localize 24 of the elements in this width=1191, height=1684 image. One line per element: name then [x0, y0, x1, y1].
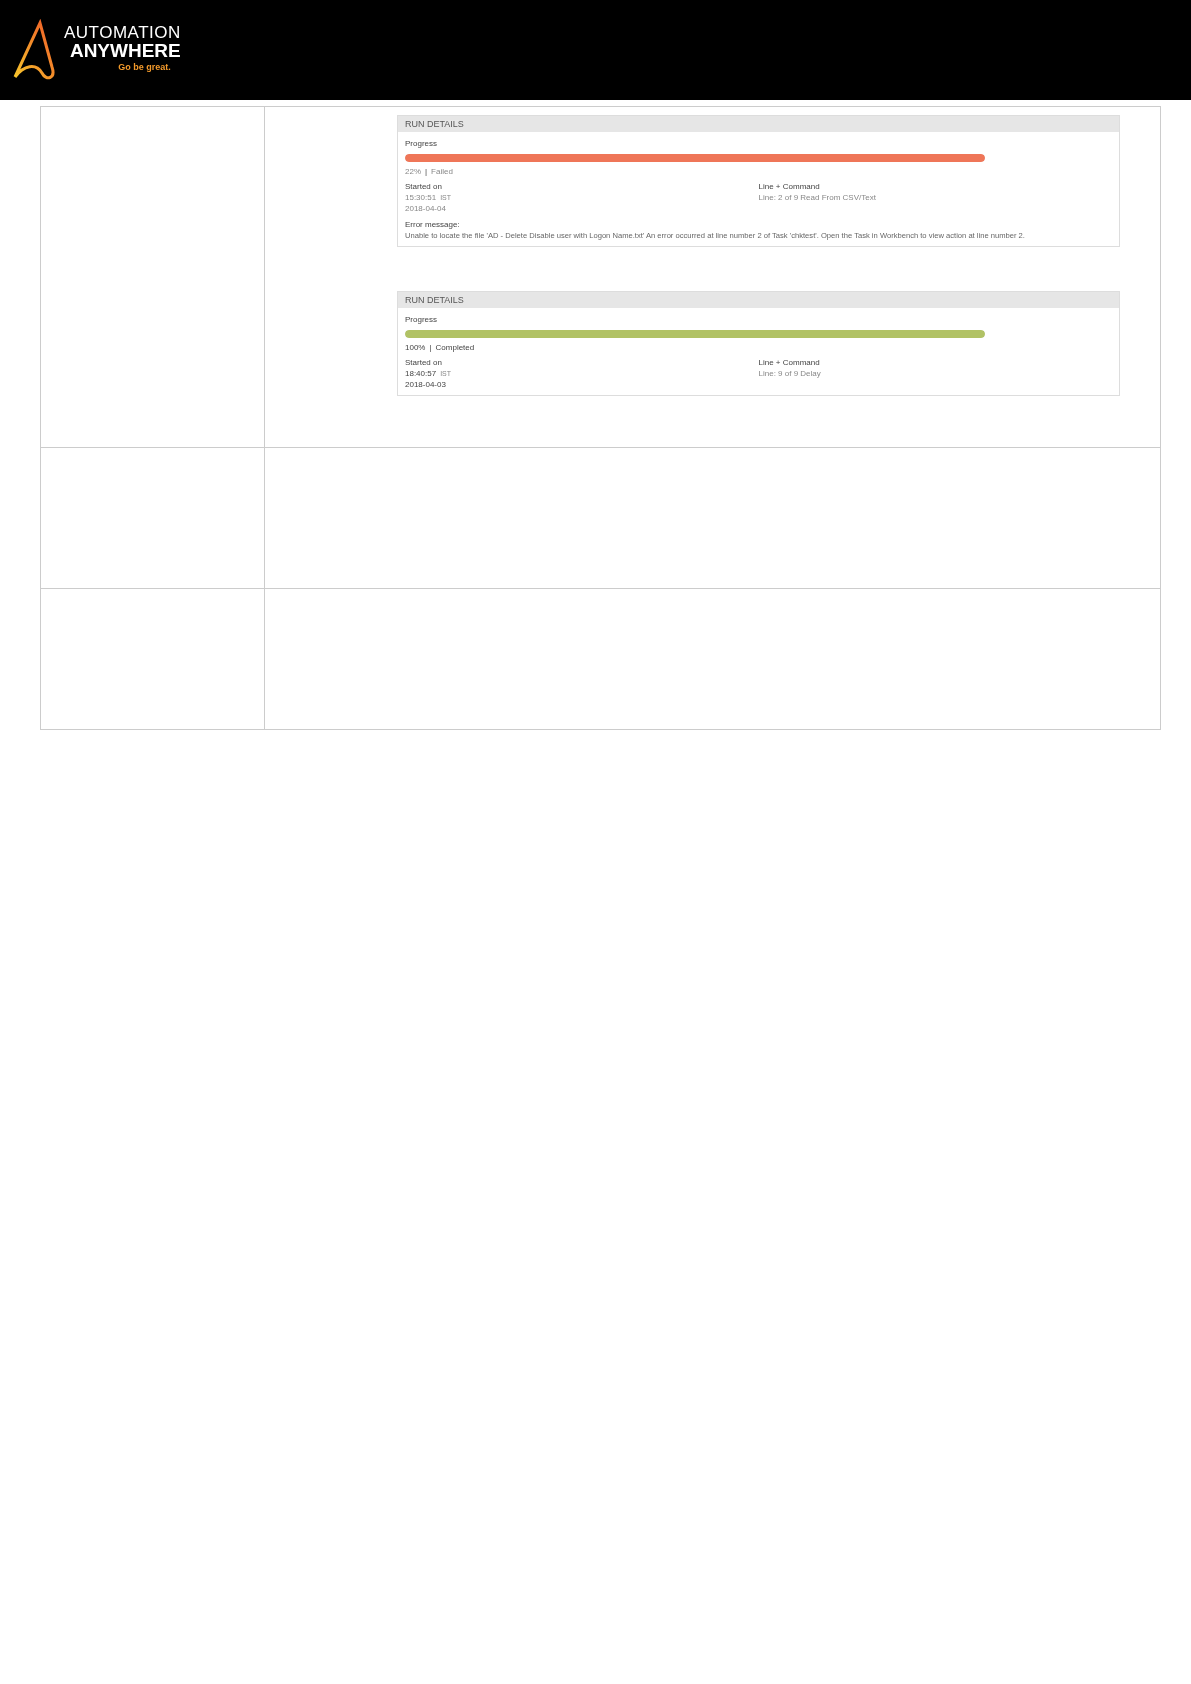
- progress-label: Progress: [405, 314, 438, 325]
- command-label: Line + Command: [758, 181, 821, 192]
- command-text: Line: 2 of 9 Read From CSV/Text: [758, 192, 877, 203]
- separator: |: [429, 342, 432, 353]
- start-time: 15:30:51: [405, 192, 437, 203]
- progress-percent: 22%: [405, 166, 421, 177]
- panel-title: RUN DETAILS: [398, 116, 1119, 132]
- start-time: 18:40:57: [405, 368, 437, 379]
- progress-percent: 100%: [405, 342, 426, 353]
- started-label: Started on: [405, 357, 443, 368]
- progress-label: Progress: [405, 138, 438, 149]
- error-label: Error message:: [405, 219, 461, 230]
- separator: |: [425, 166, 428, 177]
- start-date: 2018-04-04: [405, 203, 447, 214]
- panel-title: RUN DETAILS: [398, 292, 1119, 308]
- started-label: Started on: [405, 181, 443, 192]
- start-date: 2018-04-03: [405, 379, 447, 390]
- progress-status: Failed: [431, 166, 453, 177]
- command-label: Line + Command: [758, 357, 821, 368]
- progress-status: Completed: [435, 342, 475, 353]
- command-text: Line: 9 of 9 Delay: [758, 368, 822, 379]
- logo-text: AUTOMATION: [64, 24, 181, 41]
- logo-text: ANYWHERE: [69, 41, 181, 60]
- logo-tagline: Go be great.: [118, 62, 171, 72]
